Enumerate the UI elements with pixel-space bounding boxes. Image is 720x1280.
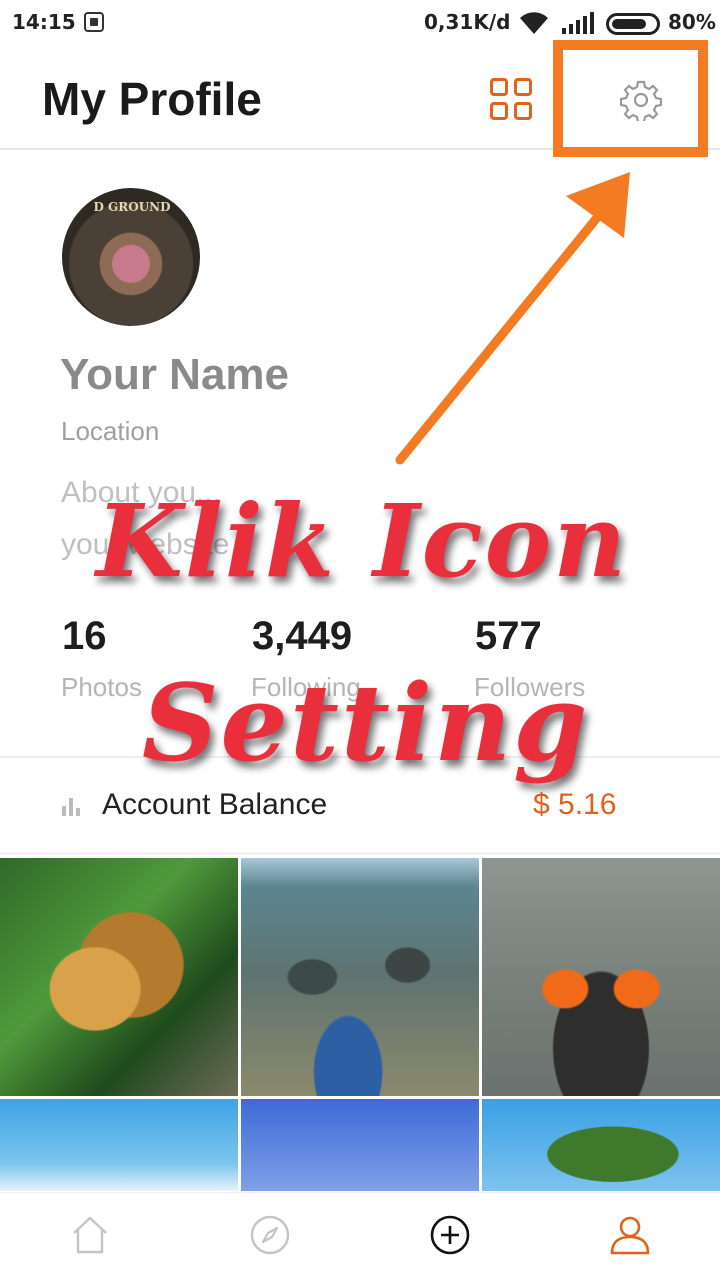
profile-name: Your Name — [60, 350, 290, 399]
stat-photos-label: Photos — [61, 672, 142, 702]
stat-photos-count[interactable]: 16 — [62, 614, 107, 659]
bbm-icon — [84, 12, 104, 32]
add-circle-icon[interactable] — [428, 1213, 472, 1257]
avatar[interactable]: D GROUND — [62, 188, 200, 326]
bar-chart-icon — [62, 798, 82, 816]
battery-percent: 80% — [668, 10, 716, 34]
profile-icon[interactable] — [608, 1213, 652, 1257]
page-title: My Profile — [42, 73, 262, 125]
grid-view-icon[interactable] — [490, 78, 534, 122]
account-balance-value: $ 5.16 — [533, 788, 617, 821]
divider — [0, 852, 720, 855]
photo-rafting[interactable] — [482, 858, 720, 1096]
battery-icon — [606, 13, 660, 35]
home-icon[interactable] — [68, 1213, 112, 1257]
bottom-navigation — [0, 1192, 720, 1280]
avatar-sign-text: D GROUND — [93, 200, 171, 214]
photo-rocky-beach[interactable] — [241, 858, 479, 1096]
photo-food-on-banana-leaf[interactable] — [0, 858, 238, 1096]
photo-rock-island[interactable] — [482, 1099, 720, 1191]
profile-location: Location — [61, 416, 160, 446]
compass-icon[interactable] — [248, 1213, 292, 1257]
photo-sky-2[interactable] — [241, 1099, 479, 1191]
signal-icon — [562, 12, 594, 34]
annotation-line-2: Setting — [142, 660, 590, 785]
stat-following-count[interactable]: 3,449 — [252, 614, 352, 659]
stat-followers-count[interactable]: 577 — [475, 614, 542, 659]
network-speed: 0,31K/d — [424, 10, 511, 34]
battery-fill — [612, 19, 646, 29]
settings-highlight-box — [553, 40, 708, 157]
annotation-line-1: Klik Icon — [96, 482, 629, 600]
wifi-icon — [520, 12, 548, 34]
photo-sky-1[interactable] — [0, 1099, 238, 1191]
status-time: 14:15 — [12, 10, 76, 34]
account-balance-label: Account Balance — [102, 788, 328, 821]
